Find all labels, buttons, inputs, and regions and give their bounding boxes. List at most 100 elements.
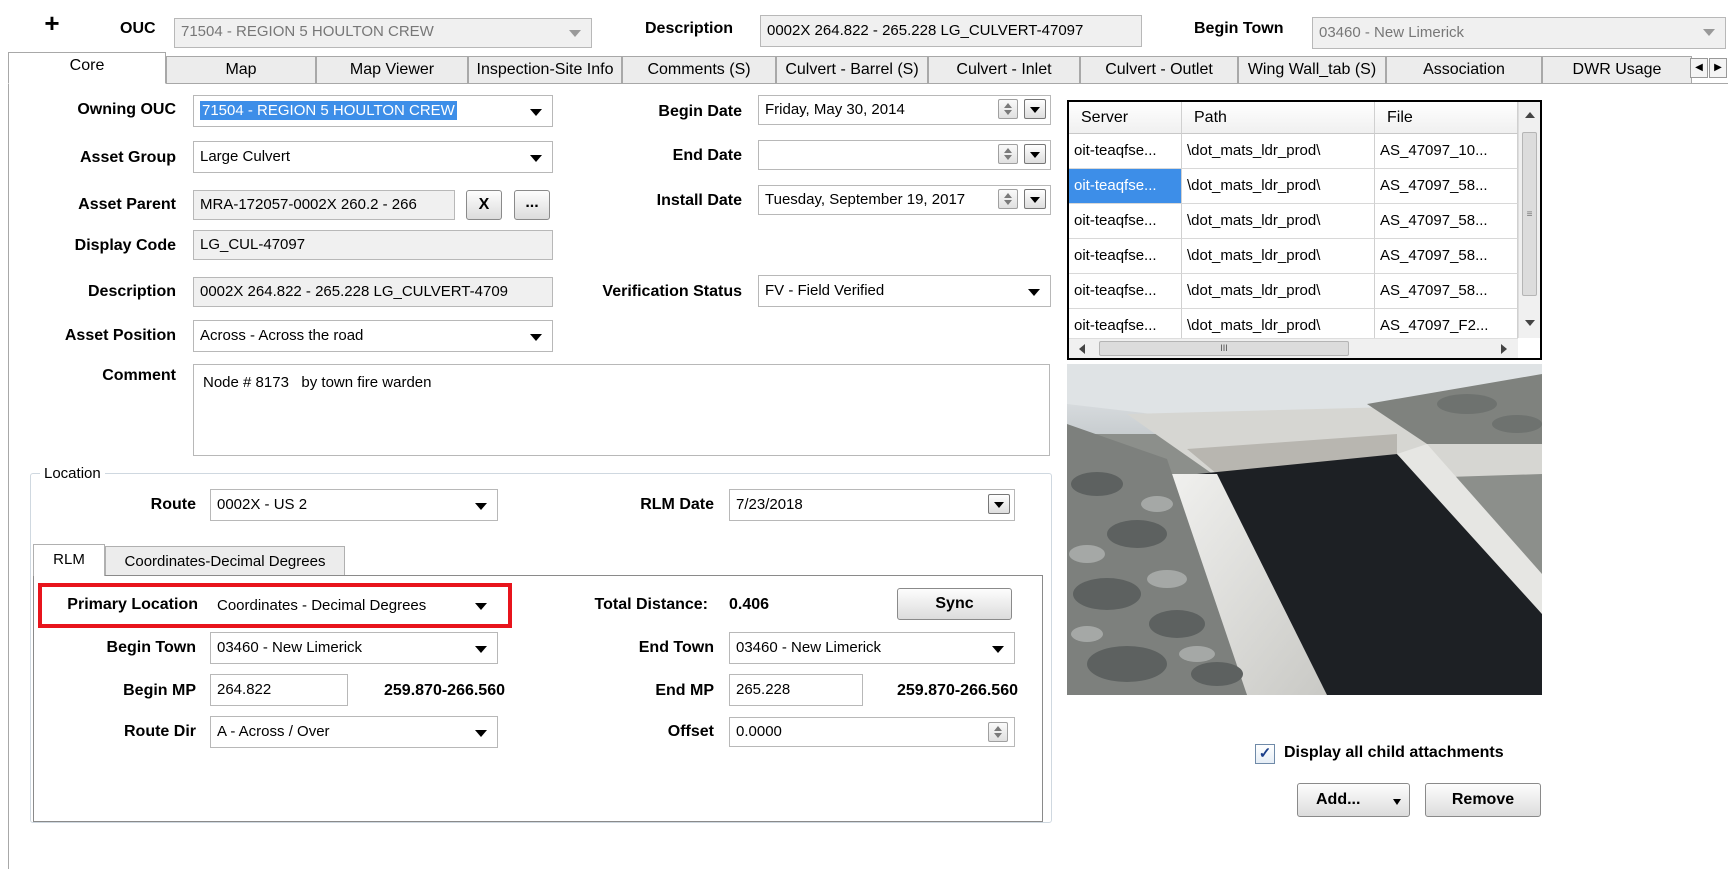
begin-date-field[interactable]: Friday, May 30, 2014 bbox=[758, 95, 1051, 125]
chevron-right-icon: ▶ bbox=[1714, 62, 1722, 73]
end-date-field[interactable] bbox=[758, 140, 1051, 170]
table-cell-server[interactable]: oit-teaqfse... bbox=[1069, 239, 1182, 274]
scroll-down-icon[interactable] bbox=[1525, 320, 1535, 326]
calendar-dropdown-icon[interactable] bbox=[1024, 99, 1046, 119]
verification-status-dropdown[interactable]: FV - Field Verified bbox=[758, 275, 1051, 307]
chevron-down-icon bbox=[1703, 29, 1715, 36]
end-mp-field[interactable]: 265.228 bbox=[729, 674, 863, 706]
display-code-field: LG_CUL-47097 bbox=[193, 230, 553, 260]
table-cell-server[interactable]: oit-teaqfse... bbox=[1069, 274, 1182, 309]
ouc-dropdown[interactable]: 71504 - REGION 5 HOULTON CREW bbox=[174, 18, 592, 48]
comment-textarea[interactable]: Node # 8173 by town fire warden bbox=[193, 364, 1050, 456]
tab-culvert-inlet[interactable]: Culvert - Inlet bbox=[928, 56, 1080, 83]
dropdown-arrow-icon bbox=[1393, 799, 1401, 805]
route-dir-dropdown[interactable]: A - Across / Over bbox=[210, 716, 498, 748]
asset-group-label: Asset Group bbox=[79, 149, 176, 166]
ouc-value: 71504 - REGION 5 HOULTON CREW bbox=[181, 23, 434, 40]
tab-inspection-site-info[interactable]: Inspection-Site Info bbox=[468, 56, 622, 83]
begin-town-dropdown[interactable]: 03460 - New Limerick bbox=[210, 632, 498, 664]
calendar-dropdown-icon[interactable] bbox=[1024, 189, 1046, 209]
table-cell-file[interactable]: AS_47097_58... bbox=[1375, 239, 1518, 274]
tab-wing-wall[interactable]: Wing Wall_tab (S) bbox=[1238, 56, 1386, 83]
date-spinner-icon[interactable] bbox=[998, 99, 1018, 119]
add-attachment-button[interactable]: Add... bbox=[1297, 783, 1410, 817]
tab-comments[interactable]: Comments (S) bbox=[622, 56, 776, 83]
date-spinner-icon[interactable] bbox=[998, 144, 1018, 164]
display-all-child-attachments-checkbox[interactable]: ✓ bbox=[1255, 744, 1275, 764]
attachment-photo-preview bbox=[1067, 364, 1542, 695]
date-spinner-icon[interactable] bbox=[998, 189, 1018, 209]
owning-ouc-value: 71504 - REGION 5 HOULTON CREW bbox=[200, 101, 457, 120]
tab-scroll-left-button[interactable]: ◀ bbox=[1690, 58, 1708, 78]
tab-map[interactable]: Map bbox=[166, 56, 316, 83]
table-cell-server[interactable]: oit-teaqfse... bbox=[1069, 204, 1182, 239]
horizontal-scroll-thumb[interactable]: III bbox=[1099, 341, 1349, 356]
tab-scroll-right-button[interactable]: ▶ bbox=[1709, 58, 1727, 78]
asset-group-dropdown[interactable]: Large Culvert bbox=[193, 141, 553, 173]
asset-parent-value: MRA-172057-0002X 260.2 - 266 bbox=[200, 196, 417, 213]
scroll-left-icon[interactable] bbox=[1079, 344, 1085, 354]
tab-association[interactable]: Association bbox=[1386, 56, 1542, 83]
vertical-scrollbar[interactable]: ≡ bbox=[1518, 102, 1540, 338]
tab-culvert-barrel[interactable]: Culvert - Barrel (S) bbox=[776, 56, 928, 83]
asset-parent-field: MRA-172057-0002X 260.2 - 266 bbox=[193, 190, 455, 220]
horizontal-scrollbar[interactable]: III bbox=[1069, 338, 1518, 358]
tab-rlm[interactable]: RLM bbox=[33, 544, 105, 576]
asset-position-dropdown[interactable]: Across - Across the road bbox=[193, 320, 553, 352]
add-record-button[interactable]: + bbox=[40, 10, 64, 36]
end-mp-value: 265.228 bbox=[736, 681, 791, 698]
browse-asset-parent-button[interactable]: ... bbox=[514, 190, 550, 220]
verification-status-value: FV - Field Verified bbox=[765, 282, 885, 299]
begin-mp-range: 259.870-266.560 bbox=[384, 682, 505, 699]
begin-mp-value: 264.822 bbox=[217, 681, 272, 698]
comment-label: Comment bbox=[102, 367, 176, 384]
begin-mp-field[interactable]: 264.822 bbox=[210, 674, 348, 706]
table-cell-path[interactable]: \dot_mats_ldr_prod\ bbox=[1182, 169, 1375, 204]
table-cell-file[interactable]: AS_47097_10... bbox=[1375, 134, 1518, 169]
table-cell-path[interactable]: \dot_mats_ldr_prod\ bbox=[1182, 239, 1375, 274]
tab-core[interactable]: Core bbox=[8, 52, 166, 84]
table-cell-path[interactable]: \dot_mats_ldr_prod\ bbox=[1182, 274, 1375, 309]
table-cell-server-selected[interactable]: oit-teaqfse... bbox=[1069, 169, 1182, 204]
route-dropdown[interactable]: 0002X - US 2 bbox=[210, 489, 498, 521]
end-mp-label: End MP bbox=[655, 682, 714, 699]
calendar-dropdown-icon[interactable] bbox=[988, 494, 1010, 514]
table-cell-file[interactable]: AS_47097_58... bbox=[1375, 274, 1518, 309]
table-cell-server[interactable]: oit-teaqfse... bbox=[1069, 134, 1182, 169]
install-date-field[interactable]: Tuesday, September 19, 2017 bbox=[758, 185, 1051, 215]
begin-town-header-dropdown[interactable]: 03460 - New Limerick bbox=[1312, 17, 1726, 49]
owning-ouc-dropdown[interactable]: 71504 - REGION 5 HOULTON CREW bbox=[193, 95, 553, 127]
column-header-server[interactable]: Server bbox=[1069, 102, 1182, 134]
vertical-scroll-thumb[interactable]: ≡ bbox=[1522, 132, 1537, 296]
scroll-up-icon[interactable] bbox=[1525, 112, 1535, 118]
clear-asset-parent-button[interactable]: X bbox=[466, 190, 502, 220]
remove-attachment-button[interactable]: Remove bbox=[1425, 783, 1541, 817]
end-town-dropdown[interactable]: 03460 - New Limerick bbox=[729, 632, 1015, 664]
offset-spinner-icon[interactable] bbox=[988, 722, 1008, 742]
tab-map-viewer[interactable]: Map Viewer bbox=[316, 56, 468, 83]
calendar-dropdown-icon[interactable] bbox=[1024, 144, 1046, 164]
table-cell-file[interactable]: AS_47097_58... bbox=[1375, 204, 1518, 239]
offset-field[interactable]: 0.0000 bbox=[729, 717, 1015, 747]
offset-value: 0.0000 bbox=[736, 723, 782, 740]
chevron-down-icon bbox=[992, 646, 1004, 653]
rlm-date-field[interactable]: 7/23/2018 bbox=[729, 489, 1015, 521]
owning-ouc-label: Owning OUC bbox=[77, 101, 176, 118]
scroll-right-icon[interactable] bbox=[1501, 344, 1507, 354]
table-cell-path[interactable]: \dot_mats_ldr_prod\ bbox=[1182, 134, 1375, 169]
end-mp-range: 259.870-266.560 bbox=[897, 682, 1018, 699]
table-cell-path[interactable]: \dot_mats_ldr_prod\ bbox=[1182, 204, 1375, 239]
display-code-value: LG_CUL-47097 bbox=[200, 236, 306, 253]
tab-culvert-outlet[interactable]: Culvert - Outlet bbox=[1080, 56, 1238, 83]
table-cell-file[interactable]: AS_47097_58... bbox=[1375, 169, 1518, 204]
attachments-table: Server Path File oit-teaqfse... \dot_mat… bbox=[1067, 100, 1542, 360]
tab-dwr-usage[interactable]: DWR Usage bbox=[1542, 56, 1692, 83]
description-header-label: Description bbox=[645, 20, 734, 37]
total-distance-label: Total Distance: bbox=[594, 596, 709, 613]
chevron-down-icon bbox=[475, 646, 487, 653]
sync-button[interactable]: Sync bbox=[897, 588, 1012, 620]
column-header-file[interactable]: File bbox=[1375, 102, 1518, 134]
column-header-path[interactable]: Path bbox=[1182, 102, 1375, 134]
description-value: 0002X 264.822 - 265.228 LG_CULVERT-4709 bbox=[200, 283, 508, 300]
tab-coordinates-decimal-degrees[interactable]: Coordinates-Decimal Degrees bbox=[105, 546, 345, 576]
